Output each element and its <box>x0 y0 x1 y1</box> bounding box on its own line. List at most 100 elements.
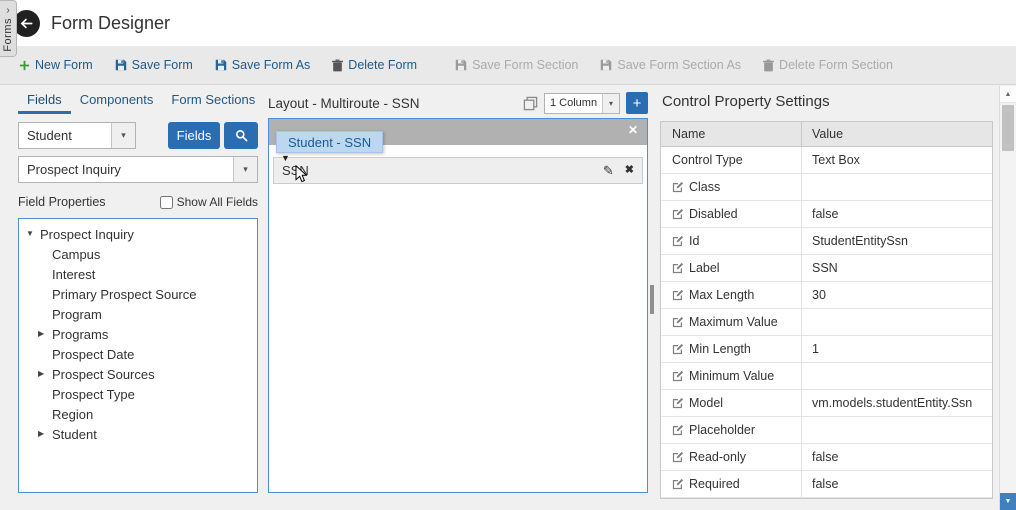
toolbar-button[interactable]: New Form <box>8 46 104 84</box>
property-name: Model <box>689 396 723 410</box>
property-value[interactable]: 1 <box>801 336 992 362</box>
toolbar-button[interactable]: Save Form As <box>204 46 322 84</box>
expand-icon[interactable]: ▶ <box>38 370 52 378</box>
property-row[interactable]: Disabled false <box>661 201 992 228</box>
drag-chip[interactable]: Student - SSN <box>276 131 383 153</box>
show-all-fields-toggle[interactable]: Show All Fields <box>160 195 258 209</box>
tree-item[interactable]: Prospect Type <box>19 384 257 404</box>
tree-item[interactable]: ▶ Prospect Sources <box>19 364 257 384</box>
vertical-scrollbar[interactable]: ▲ ▼ <box>999 86 1016 510</box>
tree-item[interactable]: Prospect Date <box>19 344 257 364</box>
tree-item[interactable]: Interest <box>19 264 257 284</box>
property-name-cell: Class <box>661 174 801 200</box>
property-row[interactable]: Required false <box>661 471 992 498</box>
property-row[interactable]: Id StudentEntitySsn <box>661 228 992 255</box>
edit-icon <box>672 208 684 220</box>
forms-drawer-tab[interactable]: › Forms <box>0 0 17 57</box>
property-value[interactable] <box>801 417 992 443</box>
edit-icon <box>672 181 684 193</box>
tree-item[interactable]: ▶ Programs <box>19 324 257 344</box>
property-row[interactable]: Class <box>661 174 992 201</box>
scroll-up-button[interactable]: ▲ <box>1000 86 1016 103</box>
property-name: Max Length <box>689 288 754 302</box>
property-value[interactable]: 30 <box>801 282 992 308</box>
property-value[interactable]: false <box>801 201 992 227</box>
scroll-thumb[interactable] <box>1002 105 1014 151</box>
panel-scroll-thumb[interactable] <box>650 285 654 314</box>
table-body: Control Type Text Box Class <box>661 147 992 498</box>
tree-item[interactable]: ▼ Prospect Inquiry <box>19 224 257 244</box>
field-row-ssn[interactable]: SSN ✎ ✖ <box>273 157 643 184</box>
property-value[interactable] <box>801 363 992 389</box>
property-row[interactable]: Read-only false <box>661 444 992 471</box>
column-select[interactable]: 1 Column ▾ <box>544 93 620 114</box>
chevron-down-icon: ▾ <box>602 94 619 113</box>
property-row[interactable]: Minimum Value <box>661 363 992 390</box>
form-select[interactable]: Prospect Inquiry ▾ <box>18 156 258 183</box>
tree-item[interactable]: Campus <box>19 244 257 264</box>
fields-button[interactable]: Fields <box>168 122 220 149</box>
property-value[interactable]: false <box>801 444 992 470</box>
tree-item[interactable]: Region <box>19 404 257 424</box>
toolbar-button[interactable]: Save Form <box>104 46 204 84</box>
tree-item-label: Programs <box>52 327 108 342</box>
toolbar-button[interactable]: Delete Form <box>321 46 428 84</box>
property-row[interactable]: Label SSN <box>661 255 992 282</box>
property-name-cell: Label <box>661 255 801 281</box>
property-value[interactable]: StudentEntitySsn <box>801 228 992 254</box>
entity-select[interactable]: Student ▾ <box>18 122 136 149</box>
tree-item-label: Prospect Sources <box>52 367 155 382</box>
property-row[interactable]: Control Type Text Box <box>661 147 992 174</box>
edit-icon <box>672 316 684 328</box>
property-value[interactable]: vm.models.studentEntity.Ssn <box>801 390 992 416</box>
tab[interactable]: Components <box>71 88 163 114</box>
toolbar-button-label: Delete Form Section <box>779 58 893 72</box>
scroll-down-button[interactable]: ▼ <box>1000 493 1016 510</box>
property-name-cell: Read-only <box>661 444 801 470</box>
field-tree: ▼ Prospect Inquiry Campus Intere <box>18 218 258 493</box>
expand-icon[interactable]: ▶ <box>38 330 52 338</box>
edit-field-icon[interactable]: ✎ <box>603 164 614 177</box>
layout-title: Layout - Multiroute - SSN <box>268 96 420 111</box>
collapse-icon[interactable]: ▼ <box>26 230 40 238</box>
toolbar-button[interactable]: Delete Form Section <box>752 46 904 84</box>
property-name-cell: Control Type <box>661 147 801 173</box>
close-icon[interactable]: ✕ <box>628 124 638 136</box>
property-row[interactable]: Max Length 30 <box>661 282 992 309</box>
tab[interactable]: Form Sections <box>162 88 264 114</box>
layout-canvas: ✕ SSN ✎ ✖ Student - SSN ▼ <box>268 118 648 493</box>
search-button[interactable] <box>224 122 258 149</box>
property-value[interactable] <box>801 174 992 200</box>
remove-field-icon[interactable]: ✖ <box>625 165 634 176</box>
expand-icon[interactable]: ▶ <box>38 430 52 438</box>
toolbar-button[interactable]: Save Form Section As <box>589 46 752 84</box>
tree-item[interactable]: Primary Prospect Source <box>19 284 257 304</box>
property-row[interactable]: Placeholder <box>661 417 992 444</box>
tab[interactable]: Fields <box>18 88 71 114</box>
layout-titlebar: Layout - Multiroute - SSN 1 Column ▾ + <box>268 88 648 118</box>
panel-scrollbar[interactable] <box>650 88 655 493</box>
property-name-cell: Placeholder <box>661 417 801 443</box>
property-row[interactable]: Model vm.models.studentEntity.Ssn <box>661 390 992 417</box>
toolbar-button-label: Save Form Section As <box>617 58 741 72</box>
props-title: Control Property Settings <box>662 93 993 110</box>
property-value[interactable]: Text Box <box>801 147 992 173</box>
property-row[interactable]: Maximum Value <box>661 309 992 336</box>
property-value[interactable]: false <box>801 471 992 497</box>
back-button[interactable] <box>13 10 40 37</box>
property-value[interactable] <box>801 309 992 335</box>
property-name: Min Length <box>689 342 751 356</box>
save-icon <box>600 59 612 71</box>
copy-layout-icon[interactable] <box>523 96 538 111</box>
add-section-button[interactable]: + <box>626 92 648 114</box>
toolbar-button[interactable]: Save Form Section <box>444 46 589 84</box>
property-row[interactable]: Min Length 1 <box>661 336 992 363</box>
edit-icon <box>672 289 684 301</box>
tree-item[interactable]: Program <box>19 304 257 324</box>
property-value[interactable]: SSN <box>801 255 992 281</box>
page-title: Form Designer <box>51 13 170 34</box>
tree-item[interactable]: ▶ Student <box>19 424 257 444</box>
show-all-fields-checkbox[interactable] <box>160 196 173 209</box>
tree-item-label: Prospect Inquiry <box>40 227 134 242</box>
property-name: Required <box>689 477 740 491</box>
